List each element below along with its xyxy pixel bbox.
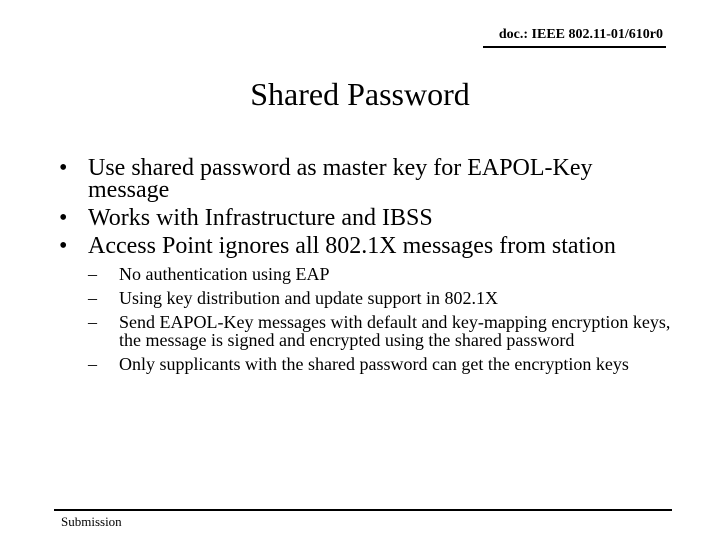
document-id: doc.: IEEE 802.11-01/610r0 <box>498 27 663 42</box>
header-divider <box>483 46 666 48</box>
sub-bullet-item: – Send EAPOL-Key messages with default a… <box>88 313 679 349</box>
sub-bullet-item: – Using key distribution and update supp… <box>88 289 679 307</box>
sub-bullet-item: – Only supplicants with the shared passw… <box>88 355 679 373</box>
sub-bullet-list: – No authentication using EAP – Using ke… <box>88 265 679 373</box>
bullet-text: Works with Infrastructure and IBSS <box>88 205 433 231</box>
bullet-item: • Use shared password as master key for … <box>59 155 679 203</box>
footer-divider <box>54 509 672 511</box>
bullet-item: • Works with Infrastructure and IBSS <box>59 205 679 231</box>
sub-bullet-text: Send EAPOL-Key messages with default and… <box>119 312 671 350</box>
bullet-text: Use shared password as master key for EA… <box>88 155 593 203</box>
bullet-marker: • <box>59 205 68 231</box>
sub-bullet-item: – No authentication using EAP <box>88 265 679 283</box>
bullet-list: • Use shared password as master key for … <box>59 155 679 379</box>
dash-marker: – <box>88 312 97 332</box>
dash-marker: – <box>88 264 97 284</box>
dash-marker: – <box>88 288 97 308</box>
sub-bullet-text: No authentication using EAP <box>119 264 330 284</box>
bullet-marker: • <box>59 155 68 181</box>
bullet-text: Access Point ignores all 802.1X messages… <box>88 233 616 259</box>
footer-label: Submission <box>61 514 122 529</box>
bullet-item: • Access Point ignores all 802.1X messag… <box>59 233 679 373</box>
sub-bullet-text: Using key distribution and update suppor… <box>119 288 498 308</box>
bullet-marker: • <box>59 233 68 259</box>
sub-bullet-text: Only supplicants with the shared passwor… <box>119 354 629 374</box>
slide-title: Shared Password <box>250 76 470 112</box>
dash-marker: – <box>88 354 97 374</box>
